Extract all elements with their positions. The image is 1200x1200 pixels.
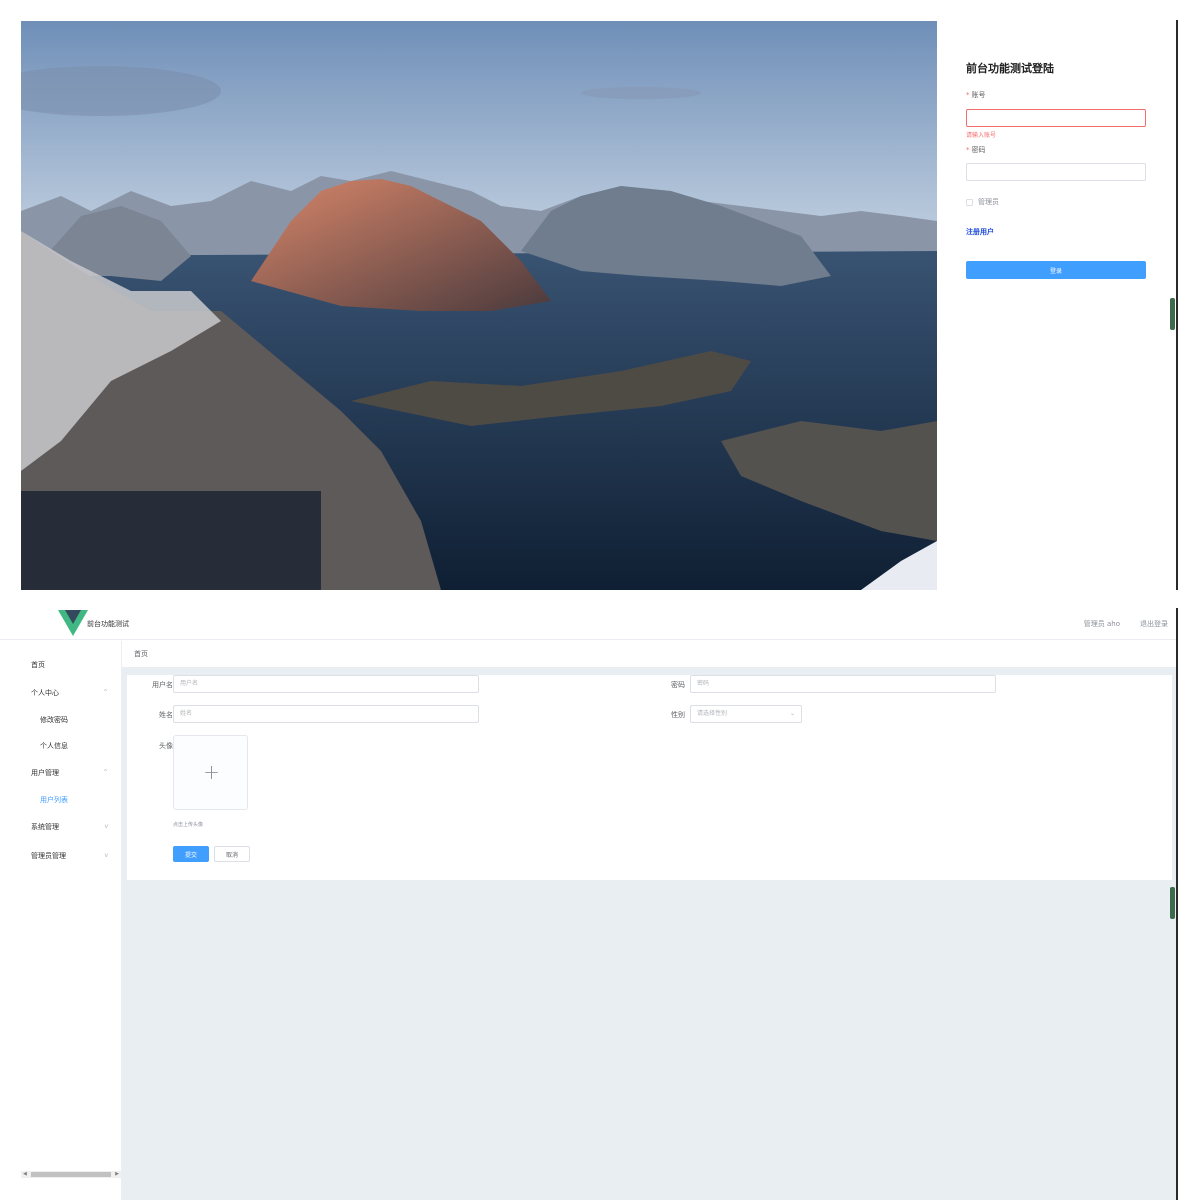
sidebar-item-home[interactable]: 首页 xyxy=(0,654,122,676)
chevron-up-icon: ^ xyxy=(102,769,108,776)
sidebar-item-user-management[interactable]: 用户管理 ^ xyxy=(0,762,122,784)
sidebar-item-label: 个人中心 xyxy=(31,689,59,697)
account-label: * 账号 xyxy=(966,90,1148,100)
account-error-message: 请输入账号 xyxy=(966,131,997,139)
vue-logo-icon xyxy=(58,610,88,636)
scroll-left-icon[interactable]: ◀ xyxy=(23,1171,27,1177)
current-user[interactable]: 管理员 aho xyxy=(1084,619,1120,629)
admin-checkbox-label: 管理员 xyxy=(978,198,999,206)
scrollbar-thumb[interactable] xyxy=(1170,298,1175,330)
password-label-text: 密码 xyxy=(971,145,986,154)
chevron-up-icon: ^ xyxy=(102,689,108,696)
required-mark: * xyxy=(966,145,970,154)
required-mark: * xyxy=(966,91,970,99)
sidebar-item-personal-info[interactable]: 个人信息 xyxy=(0,735,122,757)
main-content: 首页 用户名 用户名 密码 密码 姓名 姓名 性别 请选择性别 ⌄ 头像 + 点… xyxy=(122,641,1178,1200)
password-input[interactable]: 密码 xyxy=(690,675,996,693)
gender-select[interactable]: 请选择性别 ⌄ xyxy=(690,705,802,723)
sidebar-item-admin-management[interactable]: 管理员管理 v xyxy=(0,845,122,867)
name-input[interactable]: 姓名 xyxy=(173,705,479,723)
username-label: 用户名 xyxy=(152,681,173,689)
sidebar-item-label: 个人信息 xyxy=(40,742,68,750)
window-edge xyxy=(1176,608,1178,1200)
plus-icon: + xyxy=(203,760,220,784)
gender-label: 性别 xyxy=(671,711,685,719)
sidebar-item-user-list[interactable]: 用户列表 xyxy=(0,789,122,811)
top-header: 前台功能测试 管理员 aho 退出登录 xyxy=(0,608,1178,640)
admin-checkbox-row[interactable]: 管理员 xyxy=(966,197,1148,207)
password-label: 密码 xyxy=(671,681,685,689)
window-edge xyxy=(1176,20,1178,590)
sidebar-item-system-management[interactable]: 系统管理 v xyxy=(0,816,122,838)
cancel-button[interactable]: 取消 xyxy=(214,846,250,862)
horizontal-scrollbar-thumb[interactable] xyxy=(31,1172,111,1177)
horizontal-scrollbar[interactable]: ◀ ▶ xyxy=(21,1171,121,1178)
sidebar-item-label: 修改密码 xyxy=(40,716,68,724)
sidebar-item-label: 首页 xyxy=(31,661,45,669)
login-screen: 前台功能测试登陆 * 账号 请输入账号 * 密码 管理员 注册用户 登录 xyxy=(0,0,1200,596)
logout-link[interactable]: 退出登录 xyxy=(1140,619,1168,629)
chevron-down-icon: v xyxy=(104,852,108,859)
sidebar-item-personal-center[interactable]: 个人中心 ^ xyxy=(0,682,122,704)
admin-screen: 前台功能测试 管理员 aho 退出登录 首页 个人中心 ^ 修改密码 个人信息 用… xyxy=(0,608,1178,1200)
admin-checkbox[interactable] xyxy=(966,198,973,206)
login-button[interactable]: 登录 xyxy=(966,261,1146,279)
sidebar-item-label: 系统管理 xyxy=(31,823,59,831)
avatar-label: 头像 xyxy=(159,742,173,750)
upload-tip: 点击上传头像 xyxy=(173,822,204,828)
header-user-area: 管理员 aho 退出登录 xyxy=(1084,619,1168,629)
password-label: * 密码 xyxy=(966,145,1148,155)
register-link[interactable]: 注册用户 xyxy=(966,227,994,237)
user-form: 用户名 用户名 密码 密码 姓名 姓名 性别 请选择性别 ⌄ 头像 + 点击上传… xyxy=(127,675,1172,880)
username-input[interactable]: 用户名 xyxy=(173,675,479,693)
chevron-down-icon: v xyxy=(104,823,108,830)
account-input[interactable] xyxy=(966,108,1146,127)
password-input[interactable] xyxy=(966,163,1146,181)
name-label: 姓名 xyxy=(159,711,173,719)
scroll-right-icon[interactable]: ▶ xyxy=(115,1171,119,1177)
sidebar-item-label: 用户列表 xyxy=(40,796,68,804)
app-title: 前台功能测试 xyxy=(87,620,129,628)
sidebar-menu: 首页 个人中心 ^ 修改密码 个人信息 用户管理 ^ 用户列表 系统管理 v 管理员管… xyxy=(0,641,122,1200)
submit-button[interactable]: 提交 xyxy=(173,846,209,862)
scrollbar-thumb[interactable] xyxy=(1170,887,1175,919)
account-label-text: 账号 xyxy=(971,91,986,99)
sidebar-item-label: 管理员管理 xyxy=(31,852,66,860)
landscape-photo xyxy=(21,21,937,590)
chevron-down-icon: ⌄ xyxy=(789,710,795,717)
sidebar-item-change-password[interactable]: 修改密码 xyxy=(0,709,122,731)
login-title: 前台功能测试登陆 xyxy=(966,62,1054,75)
login-form: 前台功能测试登陆 * 账号 请输入账号 * 密码 管理员 注册用户 登录 xyxy=(966,60,1148,279)
gender-placeholder: 请选择性别 xyxy=(697,710,728,717)
sidebar-item-label: 用户管理 xyxy=(31,769,59,777)
breadcrumb-home[interactable]: 首页 xyxy=(134,650,148,658)
breadcrumb: 首页 xyxy=(122,641,1178,667)
landscape-image xyxy=(21,21,937,590)
avatar-upload[interactable]: + xyxy=(173,735,248,810)
